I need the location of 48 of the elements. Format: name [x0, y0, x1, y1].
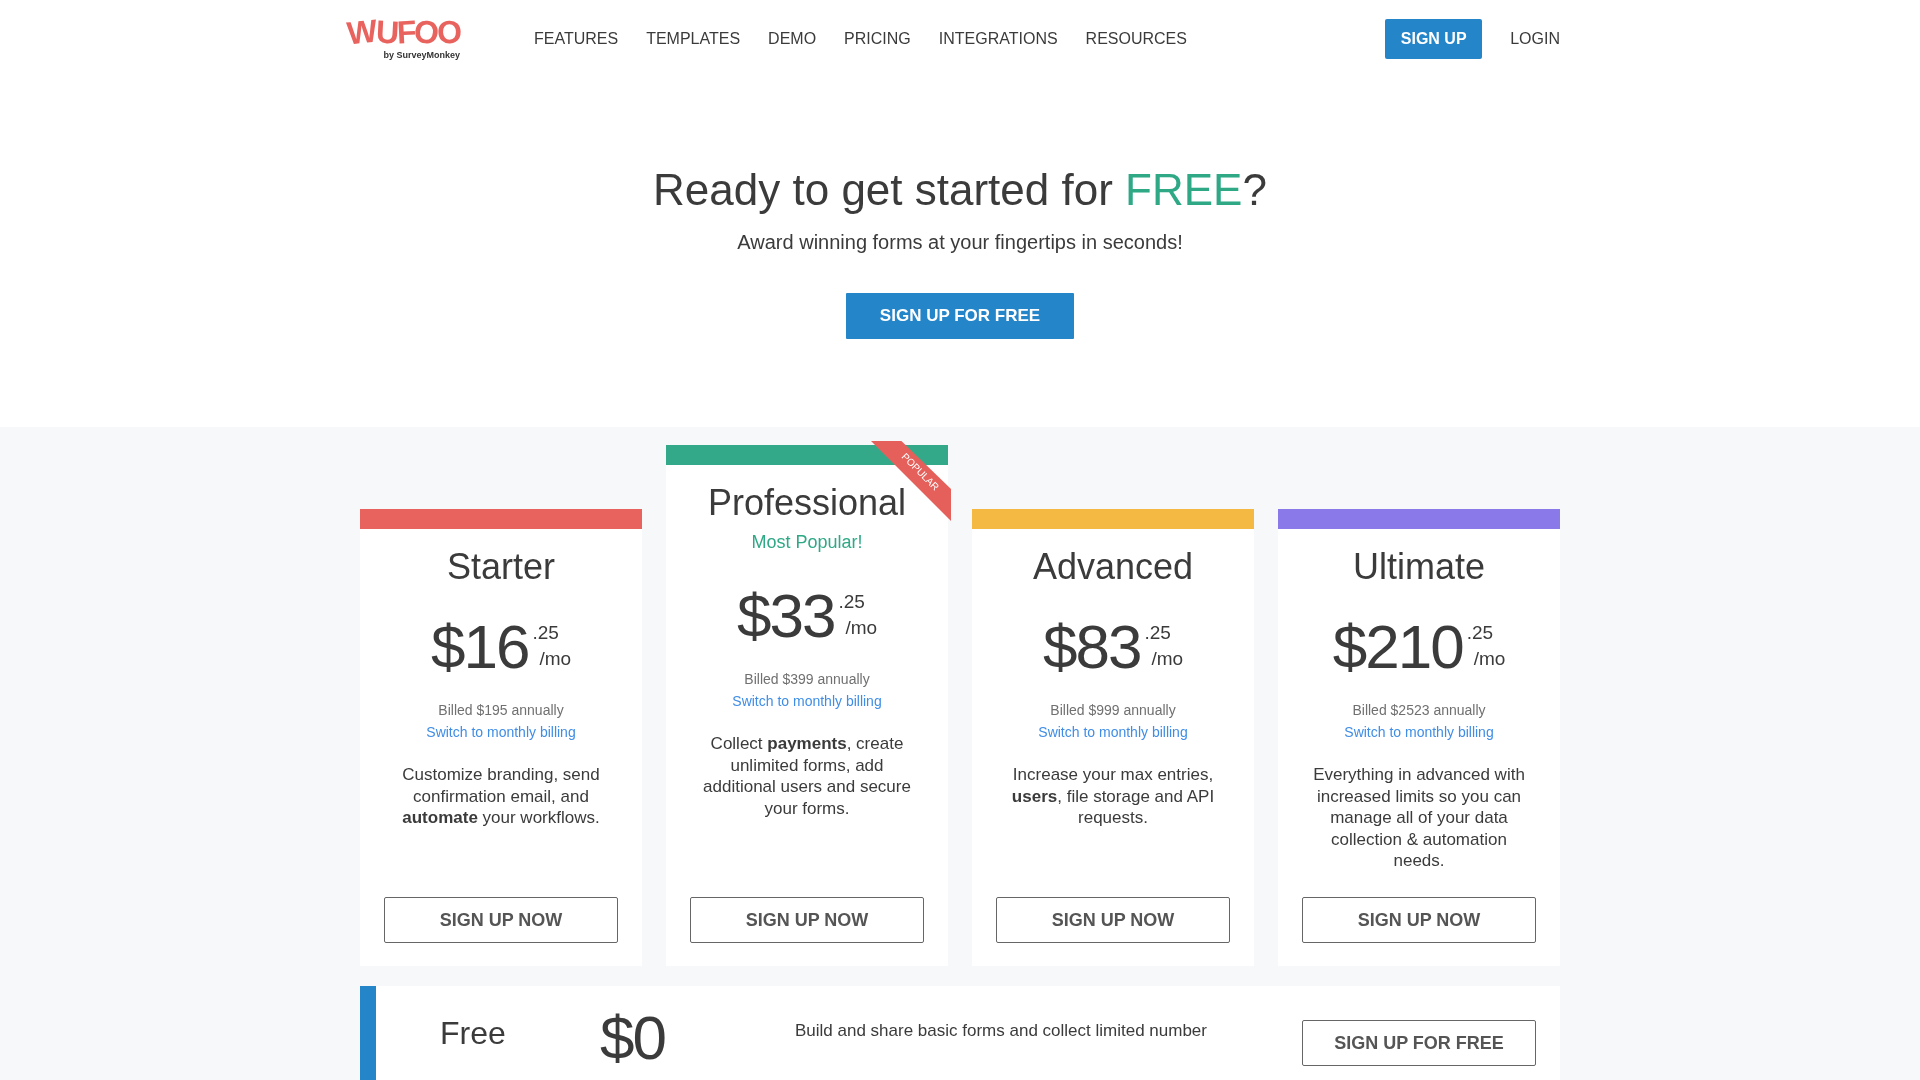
price-period: /mo	[845, 617, 878, 639]
billed-amount: Billed $399 annually	[744, 670, 870, 689]
plan-price: $33	[736, 585, 835, 647]
signup-now-button[interactable]: SIGN UP NOW	[384, 897, 618, 943]
plan-tagline: Most Popular!	[751, 531, 863, 554]
signup-now-button[interactable]: SIGN UP NOW	[996, 897, 1230, 943]
price-period: /mo	[539, 648, 572, 670]
plan-name: Ultimate	[1353, 545, 1485, 589]
login-link[interactable]: LOGIN	[1510, 27, 1560, 51]
signup-free-button[interactable]: SIGN UP FOR FREE	[846, 293, 1074, 339]
free-plan-price: $0	[600, 1007, 666, 1069]
plan-price: $210	[1332, 616, 1463, 678]
signup-now-button[interactable]: SIGN UP NOW	[690, 897, 924, 943]
nav-link[interactable]: FEATURES	[534, 27, 619, 51]
nav-link[interactable]: INTEGRATIONS	[938, 27, 1058, 51]
plan-description: Customize branding, send confirmation email, and automate your workflows.	[401, 764, 601, 829]
nav-link[interactable]: TEMPLATES	[646, 27, 741, 51]
plan-name: Starter	[446, 545, 555, 589]
free-plan-name: Free	[440, 1014, 507, 1053]
price-cents: .25	[838, 591, 865, 613]
plan-description: Everything in advanced with increased limits so you can manage all of your data collection & automation needs.	[1312, 764, 1526, 872]
billed-amount: Billed $999 annually	[1050, 701, 1176, 720]
billing-switch-link[interactable]: Switch to monthly billing	[1344, 722, 1494, 742]
price-period: /mo	[1151, 648, 1184, 670]
logo-byline[interactable]: by SurveyMonkey	[383, 49, 460, 61]
price-cents: .25	[1466, 622, 1494, 644]
plan-price: $83	[1042, 616, 1141, 678]
signup-free-button[interactable]: SIGN UP FOR FREE	[1302, 1020, 1536, 1066]
billing-switch-link[interactable]: Switch to monthly billing	[1038, 722, 1188, 742]
hero-subtitle: Award winning forms at your fingertips in seconds!	[737, 230, 1183, 255]
price-cents: .25	[532, 622, 559, 644]
billing-switch-link[interactable]: Switch to monthly billing	[732, 691, 882, 711]
hero-title: Ready to get started for FREE?	[653, 164, 1267, 216]
nav-link[interactable]: RESOURCES	[1085, 27, 1187, 51]
plan-description: Collect payments, create unlimited forms, add additional users and secure your forms.	[702, 733, 912, 819]
signup-button[interactable]: SIGN UP	[1385, 19, 1483, 59]
price-period: /mo	[1473, 648, 1506, 670]
signup-now-button[interactable]: SIGN UP NOW	[1302, 897, 1536, 943]
price-cents: .25	[1144, 622, 1171, 644]
plan-description: Increase your max entries, users, file storage and API requests.	[1010, 764, 1216, 829]
free-plan-description: Build and share basic forms and collect limited number	[795, 1020, 1208, 1042]
plan-price: $16	[430, 616, 529, 678]
billed-amount: Billed $195 annually	[438, 701, 564, 720]
billing-switch-link[interactable]: Switch to monthly billing	[426, 722, 576, 742]
billed-amount: Billed $2523 annually	[1352, 701, 1486, 720]
nav-link[interactable]: DEMO	[768, 27, 817, 51]
plan-name: Advanced	[1032, 545, 1194, 589]
nav-link[interactable]: PRICING	[844, 27, 911, 51]
